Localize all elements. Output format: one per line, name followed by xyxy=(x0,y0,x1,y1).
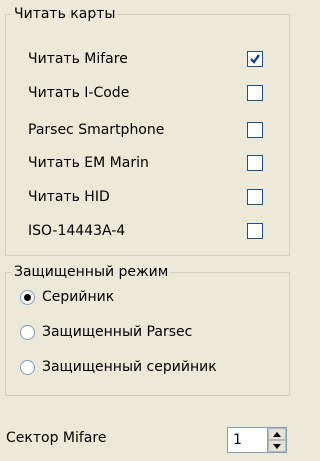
read-mifare-label: Читать Mifare xyxy=(28,51,128,67)
iso-14443a4-row[interactable]: ISO-14443A-4 xyxy=(6,220,289,244)
protected-mode-group: Защищенный режим Серийник Защищенный Par… xyxy=(5,264,290,396)
parsec-smartphone-row[interactable]: Parsec Smartphone xyxy=(6,119,289,143)
radio-serial-label: Серийник xyxy=(42,289,115,305)
spin-down-button[interactable] xyxy=(268,440,286,452)
radio-protected-serial-row[interactable]: Защищенный серийник xyxy=(6,357,289,381)
radio-protected-parsec[interactable] xyxy=(20,325,35,340)
parsec-smartphone-label: Parsec Smartphone xyxy=(28,122,165,138)
read-icode-row[interactable]: Читать I-Code xyxy=(6,82,289,106)
sector-mifare-label: Сектор Mifare xyxy=(6,430,107,446)
read-icode-checkbox[interactable] xyxy=(247,85,263,101)
read-cards-title: Читать карты xyxy=(12,6,118,22)
read-em-marin-row[interactable]: Читать EM Marin xyxy=(6,152,289,176)
radio-protected-serial-label: Защищенный серийник xyxy=(42,359,217,375)
read-icode-label: Читать I-Code xyxy=(28,85,130,101)
iso-14443a4-label: ISO-14443A-4 xyxy=(28,223,126,239)
radio-protected-serial[interactable] xyxy=(20,360,35,375)
radio-serial[interactable] xyxy=(20,290,35,305)
checkmark-icon xyxy=(250,54,260,64)
radio-serial-row[interactable]: Серийник xyxy=(6,287,289,311)
read-mifare-checkbox[interactable] xyxy=(247,51,263,67)
read-hid-checkbox[interactable] xyxy=(247,189,263,205)
read-mifare-row[interactable]: Читать Mifare xyxy=(6,48,289,72)
sector-mifare-spinbox[interactable]: 1 xyxy=(227,427,287,453)
read-em-marin-label: Читать EM Marin xyxy=(28,155,149,171)
radio-protected-parsec-row[interactable]: Защищенный Parsec xyxy=(6,322,289,346)
read-hid-row[interactable]: Читать HID xyxy=(6,186,289,210)
iso-14443a4-checkbox[interactable] xyxy=(247,223,263,239)
read-hid-label: Читать HID xyxy=(28,189,110,205)
radio-selected-dot xyxy=(24,294,31,301)
read-cards-group: Читать карты Читать Mifare Читать I-Code… xyxy=(5,6,290,256)
parsec-smartphone-checkbox[interactable] xyxy=(247,122,263,138)
read-em-marin-checkbox[interactable] xyxy=(247,155,263,171)
protected-mode-title: Защищенный режим xyxy=(12,264,171,280)
sector-mifare-value[interactable]: 1 xyxy=(233,432,242,448)
spin-buttons xyxy=(267,428,286,452)
spin-up-button[interactable] xyxy=(268,428,286,440)
arrow-down-icon xyxy=(273,444,281,449)
arrow-up-icon xyxy=(273,432,281,437)
radio-protected-parsec-label: Защищенный Parsec xyxy=(42,324,193,340)
